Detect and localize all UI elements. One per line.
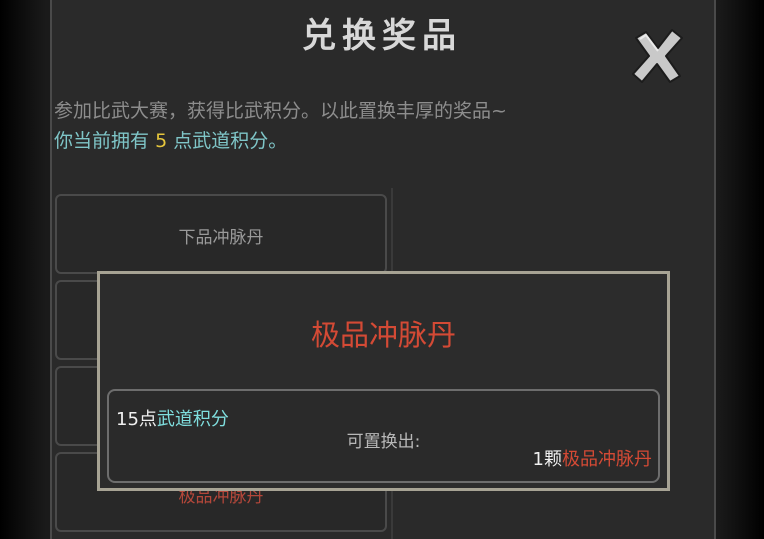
points-summary: 你当前拥有 5 点武道积分。 — [54, 126, 287, 153]
description-text: 参加比武大赛，获得比武积分。以此置换丰厚的奖品~ — [54, 100, 507, 122]
points-value: 5 — [155, 130, 168, 152]
points-suffix: 点武道积分。 — [173, 130, 288, 152]
points-prefix: 你当前拥有 — [54, 130, 150, 152]
reward-item[interactable]: 下品冲脉丹 — [55, 194, 387, 274]
close-button[interactable] — [628, 24, 688, 88]
reward-count: 1颗 — [532, 449, 562, 470]
reward-item-label: 下品冲脉丹 — [178, 228, 264, 248]
exchange-info-box: 15点武道积分 可置换出: 1颗极品冲脉丹 — [107, 389, 660, 483]
reward-item-name: 极品冲脉丹 — [562, 449, 652, 470]
screen: 兑换奖品 参加比武大赛，获得比武积分。以此置换丰厚的奖品~ 你当前拥有 5 点武… — [0, 0, 764, 539]
reward-detail-modal[interactable]: 极品冲脉丹 15点武道积分 可置换出: 1颗极品冲脉丹 — [97, 271, 670, 491]
close-icon — [632, 29, 683, 83]
modal-title: 极品冲脉丹 — [310, 318, 456, 352]
reward-text: 1颗极品冲脉丹 — [533, 445, 652, 471]
